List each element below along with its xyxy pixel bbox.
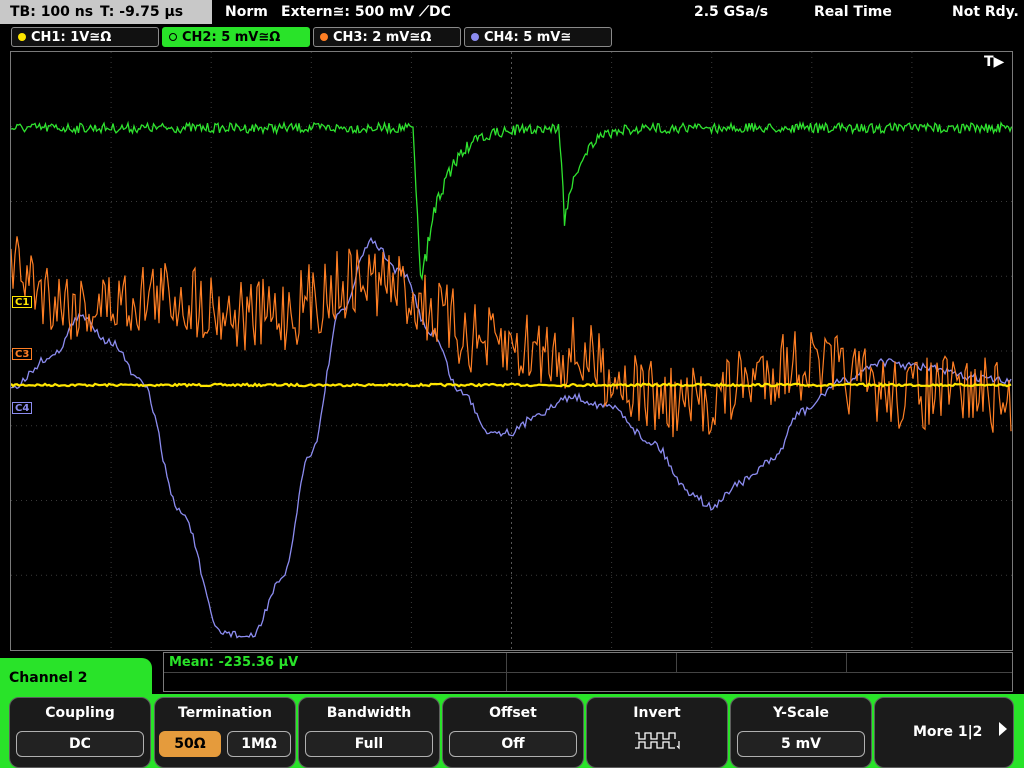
next-page-icon xyxy=(999,722,1007,736)
acquisition-mode[interactable]: Norm xyxy=(225,0,268,24)
yscale-title: Y-Scale xyxy=(772,705,829,721)
ch1-dot-icon xyxy=(18,33,26,41)
run-state: Not Rdy. xyxy=(952,4,1019,20)
yscale-softkey[interactable]: Y-Scale 5 mV xyxy=(730,697,872,768)
coupling-title: Coupling xyxy=(45,705,115,721)
termination-title: Termination xyxy=(178,705,272,721)
ch2-dot-icon xyxy=(169,33,177,41)
measurement-divider xyxy=(676,653,677,672)
trigger-time-text: T: -9.75 µs xyxy=(100,4,184,20)
ch4-level-marker[interactable]: C4 xyxy=(12,402,33,414)
invert-title: Invert xyxy=(633,705,681,721)
coupling-value[interactable]: DC xyxy=(16,731,144,757)
bandwidth-value[interactable]: Full xyxy=(305,731,433,757)
bandwidth-title: Bandwidth xyxy=(326,705,412,721)
more-softkey[interactable]: More 1|2 xyxy=(874,697,1014,768)
ch3-level-marker[interactable]: C3 xyxy=(12,348,33,360)
trigger-source[interactable]: Extern≅: 500 mV ⟋DC xyxy=(281,0,451,24)
trigger-position-marker: T▶ xyxy=(984,54,1005,70)
ch4-label: CH4: 5 mV≅ xyxy=(484,30,572,45)
channel-tab-ch2[interactable]: CH2: 5 mV≅Ω xyxy=(162,27,310,47)
measurement-divider xyxy=(506,653,507,691)
ch1-label: CH1: 1V≅Ω xyxy=(31,30,112,45)
ch2-label: CH2: 5 mV≅Ω xyxy=(182,30,281,45)
bandwidth-softkey[interactable]: Bandwidth Full xyxy=(298,697,440,768)
more-label: More 1|2 xyxy=(913,724,983,740)
offset-value[interactable]: Off xyxy=(449,731,577,757)
termination-1mohm-option[interactable]: 1MΩ xyxy=(227,731,291,757)
offset-softkey[interactable]: Offset Off xyxy=(442,697,584,768)
acquisition-type: Real Time xyxy=(814,4,892,20)
invert-softkey[interactable]: Invert xyxy=(586,697,728,768)
ch3-waveform xyxy=(11,236,1012,438)
ch1-level-marker[interactable]: C1 xyxy=(12,296,33,308)
ch2-waveform xyxy=(11,120,1012,281)
coupling-softkey[interactable]: Coupling DC xyxy=(9,697,151,768)
menu-title: Channel 2 xyxy=(9,670,88,686)
termination-softkey[interactable]: Termination 50Ω 1MΩ xyxy=(154,697,296,768)
invert-waveform-icon xyxy=(635,732,680,750)
waveform-canvas xyxy=(11,52,1012,650)
ch4-dot-icon xyxy=(471,33,479,41)
termination-50ohm-option[interactable]: 50Ω xyxy=(159,731,221,757)
ch3-dot-icon xyxy=(320,33,328,41)
channel-tab-ch3[interactable]: CH3: 2 mV≅Ω xyxy=(313,27,461,47)
channel-tab-ch1[interactable]: CH1: 1V≅Ω xyxy=(11,27,159,47)
waveform-display[interactable] xyxy=(10,51,1013,651)
measurement-divider xyxy=(164,672,1012,673)
channel-tab-ch4[interactable]: CH4: 5 mV≅ xyxy=(464,27,612,47)
timebase-box[interactable]: TB: 100 ns T: -9.75 µs xyxy=(0,0,212,24)
graticule xyxy=(11,52,1012,650)
mean-measurement: Mean: -235.36 µV xyxy=(169,655,299,670)
yscale-value[interactable]: 5 mV xyxy=(737,731,865,757)
ch3-label: CH3: 2 mV≅Ω xyxy=(333,30,432,45)
timebase-text: TB: 100 ns xyxy=(10,4,94,20)
offset-title: Offset xyxy=(489,705,537,721)
sample-rate: 2.5 GSa/s xyxy=(694,4,769,20)
measurement-divider xyxy=(846,653,847,672)
